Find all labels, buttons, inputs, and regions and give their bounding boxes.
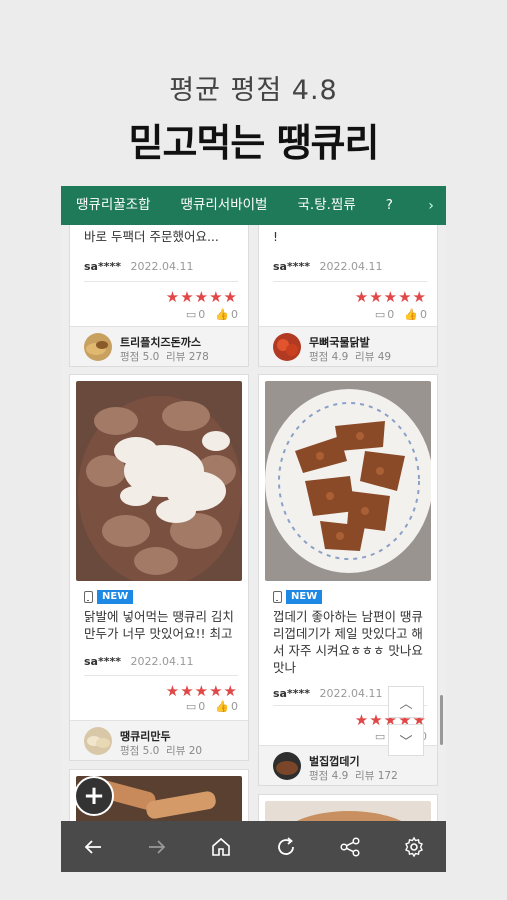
tab-scroll-right-icon[interactable]: ›: [416, 186, 446, 225]
comment-icon: ▭: [185, 700, 197, 713]
review-date: 2022.04.11: [130, 655, 194, 668]
comment-count[interactable]: ▭0: [186, 308, 205, 321]
review-user: sa****: [273, 260, 310, 273]
shop-link[interactable]: 트리플치즈돈까스 평점 5.0 리뷰 278: [70, 326, 248, 366]
review-counts: ▭0 👍0: [186, 308, 238, 321]
review-text: 껍데기 좋아하는 남편이 땡큐 리껍데기가 제일 맛있다고 해 서 자주 시켜요…: [273, 609, 423, 675]
scroll-up-button[interactable]: ︿: [388, 686, 424, 718]
review-counts: ▭0 👍0: [186, 700, 238, 713]
review-counts: ▭0 👍0: [375, 308, 427, 321]
divider: [84, 675, 238, 676]
review-photo[interactable]: [76, 381, 242, 581]
review-card[interactable]: NEW 닭발에 넣어먹는 땡큐리 김치 만두가 너무 맛있어요!! 최고 sa*…: [69, 374, 249, 761]
bottom-navigation: [61, 821, 446, 872]
back-arrow-icon: [84, 839, 102, 854]
comment-icon: ▭: [374, 308, 386, 321]
chevron-up-icon: ︿: [399, 696, 413, 712]
star-rating: ★★★★★: [165, 288, 238, 306]
new-badge: NEW: [286, 590, 323, 604]
back-button[interactable]: [73, 827, 113, 867]
refresh-button[interactable]: [266, 827, 306, 867]
tab-survival[interactable]: 땡큐리서바이벌: [166, 186, 283, 225]
category-tab-bar: 땡큐리꿀조합 땡큐리서바이벌 국.탕.찜류 ? ›: [61, 186, 446, 225]
comment-count[interactable]: ▭0: [186, 700, 205, 713]
review-card[interactable]: ! sa**** 2022.04.11 ★★★★★ ▭ 0 👍 0 무뼈국물닭발 평…: [258, 225, 438, 367]
comment-icon: ▭: [185, 308, 197, 321]
tab-soup-stew[interactable]: 국.탕.찜류: [282, 186, 370, 225]
shop-name: 땡큐리만두: [120, 730, 171, 743]
shop-info: 평점 5.0 리뷰 20: [120, 745, 203, 757]
shop-link[interactable]: 무뼈국물닭발 평점 4.9 리뷰 49: [259, 326, 437, 366]
thumbs-up-icon: 👍: [215, 308, 229, 321]
scroll-down-button[interactable]: ﹀: [388, 724, 424, 756]
mobile-icon: [273, 591, 282, 603]
star-rating: ★★★★★: [354, 288, 427, 306]
review-photo[interactable]: [265, 381, 431, 581]
shop-info: 평점 4.9 리뷰 172: [309, 770, 398, 782]
mobile-icon: [84, 591, 93, 603]
review-date: 2022.04.11: [319, 687, 383, 700]
chevron-down-icon: ﹀: [399, 734, 413, 750]
like-count[interactable]: 👍0: [215, 700, 238, 713]
settings-icon: [404, 836, 423, 857]
divider: [84, 281, 238, 282]
divider: [273, 281, 427, 282]
home-button[interactable]: [201, 827, 241, 867]
plus-icon: +: [83, 781, 105, 811]
like-count[interactable]: 👍0: [215, 308, 238, 321]
review-meta: sa**** 2022.04.11: [84, 655, 193, 668]
like-count[interactable]: 👍0: [404, 308, 427, 321]
home-icon: [212, 837, 231, 856]
review-date: 2022.04.11: [319, 260, 383, 273]
shop-thumbnail: [84, 333, 112, 361]
shop-name: 트리플치즈돈까스: [120, 336, 201, 349]
shop-name: 벌집껍데기: [309, 755, 360, 768]
review-meta: sa**** 2022.04.11: [273, 687, 382, 700]
add-review-button[interactable]: +: [74, 776, 114, 816]
shop-info: 평점 4.9 리뷰 49: [309, 351, 392, 363]
review-photo[interactable]: [265, 801, 431, 821]
review-date: 2022.04.11: [130, 260, 194, 273]
review-meta: sa**** 2022.04.11: [84, 260, 193, 273]
tab-partial[interactable]: ?: [371, 186, 408, 225]
share-icon: [340, 836, 360, 857]
review-card[interactable]: 바로 두팩더 주문했어요... sa**** 2022.04.11 ★★★★★ …: [69, 225, 249, 367]
review-card[interactable]: [258, 794, 438, 821]
shop-thumbnail: [273, 752, 301, 780]
review-user: sa****: [84, 260, 121, 273]
comment-icon: ▭: [374, 730, 386, 743]
shop-name: 무뼈국물닭발: [309, 336, 370, 349]
review-meta: sa**** 2022.04.11: [273, 260, 382, 273]
promo-title: 믿고먹는 땡큐리: [128, 121, 380, 165]
settings-button[interactable]: [394, 827, 434, 867]
badge-row: NEW: [273, 590, 323, 604]
shop-info: 평점 5.0 리뷰 278: [120, 351, 209, 363]
refresh-icon: [277, 836, 294, 855]
shop-thumbnail: [273, 333, 301, 361]
new-badge: NEW: [97, 590, 134, 604]
app-screen: 땡큐리꿀조합 땡큐리서바이벌 국.탕.찜류 ? › 바로 두팩더 주문했어요..…: [61, 186, 446, 872]
star-rating: ★★★★★: [165, 682, 238, 700]
tab-honey-combo[interactable]: 땡큐리꿀조합: [61, 186, 166, 225]
thumbs-up-icon: 👍: [404, 308, 418, 321]
review-text: !: [273, 229, 279, 244]
badge-row: NEW: [84, 590, 134, 604]
review-user: sa****: [273, 687, 310, 700]
promo-subtitle: 평균 평점 4.8: [169, 75, 338, 106]
review-text: 바로 두팩더 주문했어요...: [84, 229, 219, 244]
shop-link[interactable]: 땡큐리만두 평점 5.0 리뷰 20: [70, 720, 248, 760]
review-text: 닭발에 넣어먹는 땡큐리 김치 만두가 너무 맛있어요!! 최고: [84, 609, 234, 641]
shop-thumbnail: [84, 727, 112, 755]
comment-count[interactable]: ▭0: [375, 308, 394, 321]
scrollbar[interactable]: [440, 695, 443, 745]
forward-arrow-icon: [149, 839, 166, 854]
share-button[interactable]: [330, 827, 370, 867]
forward-button[interactable]: [137, 827, 177, 867]
thumbs-up-icon: 👍: [215, 700, 229, 713]
review-user: sa****: [84, 655, 121, 668]
